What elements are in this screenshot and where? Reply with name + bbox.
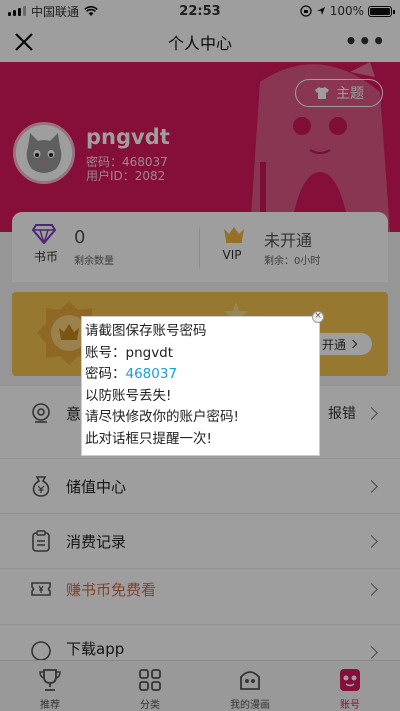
dialog-account-prefix: 账号：	[85, 344, 126, 361]
dialog-account-value: pngvdt	[125, 344, 174, 361]
dialog-password-value: 468037	[125, 366, 178, 382]
dialog-line-account: 账号：pngvdt	[85, 343, 316, 365]
account-info-dialog: × 请截图保存账号密码 账号：pngvdt 密码：468037 以防账号丢失! …	[81, 311, 324, 456]
dialog-line-save: 请截图保存账号密码	[85, 323, 207, 339]
dialog-password-prefix: 密码：	[85, 366, 126, 382]
dialog-line-change: 请尽快修改你的账户密码!	[85, 409, 239, 425]
dialog-line-warning: 以防账号丢失!	[85, 387, 172, 404]
dialog-line-password: 密码：468037	[85, 364, 316, 386]
dialog-line-once: 此对话框只提醒一次!	[85, 430, 212, 447]
close-icon[interactable]: ×	[312, 311, 324, 323]
